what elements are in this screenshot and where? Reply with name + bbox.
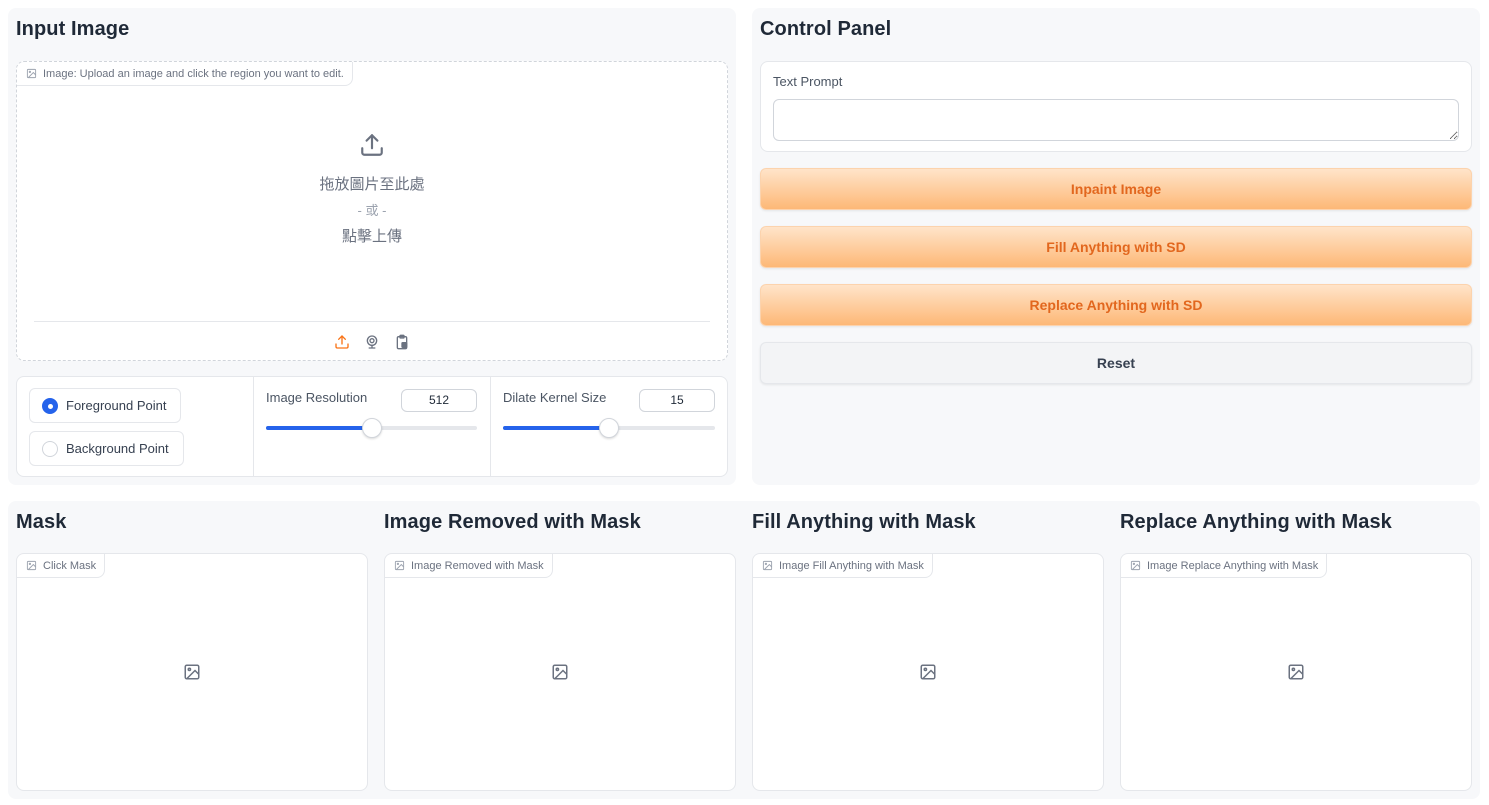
upload-icon <box>335 334 349 349</box>
dilate-kernel-thumb[interactable] <box>599 418 619 438</box>
source-upload-button[interactable] <box>333 333 351 351</box>
image-placeholder-icon <box>552 664 568 680</box>
dilate-kernel-fill <box>503 426 609 430</box>
image-label-text: Image: Upload an image and click the reg… <box>43 67 344 80</box>
image-icon <box>762 560 773 571</box>
output-label-tag: Image Replace Anything with Mask <box>1121 554 1328 578</box>
replace-anything-button[interactable]: Replace Anything with SD <box>760 284 1472 326</box>
fill-anything-title: Fill Anything with Mask <box>752 511 976 533</box>
input-image-title: Input Image <box>16 18 130 40</box>
dilate-kernel-track[interactable] <box>503 418 715 438</box>
radio-label: Background Point <box>66 441 169 456</box>
image-resolution-control: Image Resolution 512 <box>254 377 491 476</box>
radio-background-point[interactable]: Background Point <box>29 431 184 466</box>
output-label-text: Image Removed with Mask <box>411 559 544 572</box>
webcam-icon <box>366 334 378 349</box>
replace-anything-output: Image Replace Anything with Mask <box>1120 553 1472 791</box>
image-removed-title: Image Removed with Mask <box>384 511 641 533</box>
image-placeholder-icon <box>184 664 200 680</box>
image-upload-dropzone[interactable]: Image: Upload an image and click the reg… <box>16 61 728 361</box>
dilate-kernel-label: Dilate Kernel Size <box>503 390 607 405</box>
source-clipboard-button[interactable] <box>393 333 411 351</box>
or-text: - 或 - <box>357 203 387 218</box>
reset-button[interactable]: Reset <box>760 342 1472 384</box>
image-placeholder-icon <box>920 664 936 680</box>
radio-dot <box>42 441 58 457</box>
output-label-tag: Image Fill Anything with Mask <box>753 554 933 578</box>
dilate-kernel-control: Dilate Kernel Size 15 <box>491 377 728 476</box>
output-label-tag: Click Mask <box>17 554 106 578</box>
dilate-kernel-input[interactable]: 15 <box>639 389 715 412</box>
image-resolution-label: Image Resolution <box>266 390 368 405</box>
point-type-group: Foreground Point Background Point <box>17 377 254 476</box>
image-label-tag: Image: Upload an image and click the reg… <box>17 62 353 86</box>
mask-title: Mask <box>16 511 67 533</box>
image-source-bar <box>34 321 710 360</box>
image-icon <box>26 560 37 571</box>
image-removed-output: Image Removed with Mask <box>384 553 736 791</box>
image-placeholder-icon <box>1288 664 1304 680</box>
image-icon <box>394 560 405 571</box>
clipboard-icon <box>396 334 408 349</box>
output-label-tag: Image Removed with Mask <box>385 554 553 578</box>
radio-foreground-point[interactable]: Foreground Point <box>29 388 182 423</box>
text-prompt-input[interactable] <box>773 99 1459 141</box>
text-prompt-block: Text Prompt <box>760 61 1472 152</box>
point-controls-row: Foreground Point Background Point Image … <box>16 376 728 477</box>
image-icon <box>1130 560 1141 571</box>
output-label-text: Image Fill Anything with Mask <box>779 559 924 572</box>
upload-icon <box>361 134 383 156</box>
upload-prompt[interactable]: 拖放圖片至此處 - 或 - 點擊上傳 <box>17 132 727 246</box>
radio-dot-selected <box>42 398 58 414</box>
text-prompt-label: Text Prompt <box>773 74 843 89</box>
image-icon <box>26 68 37 79</box>
drop-text: 拖放圖片至此處 <box>319 176 425 193</box>
control-panel-title: Control Panel <box>760 18 892 40</box>
image-resolution-fill <box>266 426 372 430</box>
image-resolution-input[interactable]: 512 <box>401 389 477 412</box>
image-resolution-thumb[interactable] <box>361 418 382 438</box>
output-label-text: Click Mask <box>43 559 97 572</box>
fill-anything-button[interactable]: Fill Anything with SD <box>760 226 1472 268</box>
mask-output: Click Mask <box>16 553 368 791</box>
replace-anything-title: Replace Anything with Mask <box>1120 511 1392 533</box>
inpaint-image-button[interactable]: Inpaint Image <box>760 168 1472 210</box>
fill-anything-output: Image Fill Anything with Mask <box>752 553 1104 791</box>
output-label-text: Image Replace Anything with Mask <box>1147 559 1319 572</box>
image-resolution-track[interactable] <box>266 418 477 438</box>
source-webcam-button[interactable] <box>363 333 381 351</box>
radio-label: Foreground Point <box>66 398 167 413</box>
click-upload-text: 點擊上傳 <box>341 228 402 245</box>
